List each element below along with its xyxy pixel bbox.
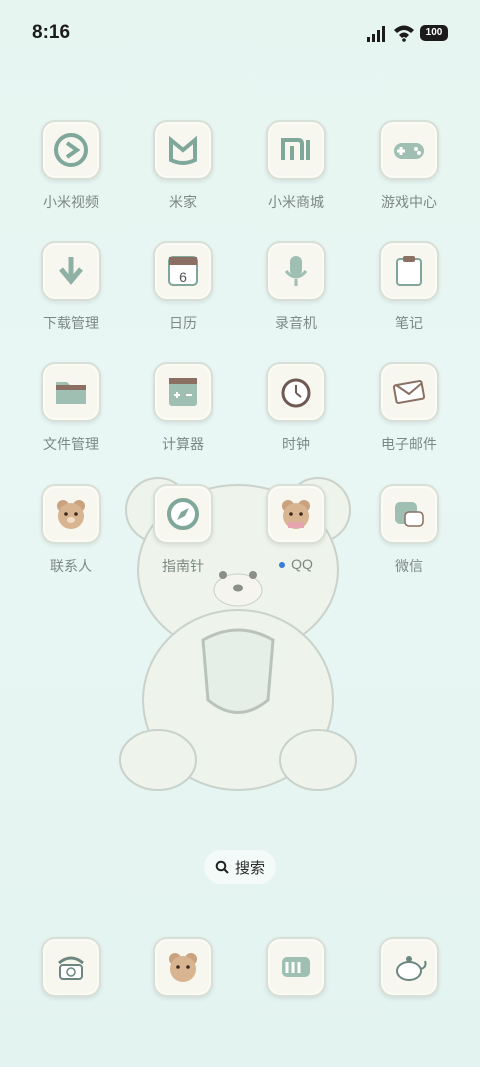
app-label: 日历 bbox=[169, 315, 197, 331]
dock-browser[interactable] bbox=[251, 937, 341, 997]
app-notes[interactable]: 笔记 bbox=[364, 241, 454, 333]
calendar-icon: 6 bbox=[153, 241, 213, 301]
mijia-icon bbox=[153, 120, 213, 180]
search-button[interactable]: 搜索 bbox=[204, 850, 276, 884]
app-label: QQ bbox=[251, 556, 341, 572]
app-label: 微信 bbox=[395, 558, 423, 574]
app-clock[interactable]: 时钟 bbox=[251, 362, 341, 454]
app-label: 游戏中心 bbox=[381, 194, 437, 210]
app-label: 笔记 bbox=[395, 315, 423, 331]
app-file-manager[interactable]: 文件管理 bbox=[26, 362, 116, 454]
app-label: 指南针 bbox=[162, 558, 204, 574]
bear-messages-icon bbox=[153, 937, 213, 997]
gamepad-icon bbox=[379, 120, 439, 180]
new-install-dot bbox=[279, 562, 286, 569]
app-wechat[interactable]: 微信 bbox=[364, 484, 454, 576]
envelope-icon bbox=[379, 362, 439, 422]
bear-qq-icon bbox=[266, 484, 326, 544]
app-calendar[interactable]: 6 日历 bbox=[138, 241, 228, 333]
app-label: 小米视频 bbox=[43, 194, 99, 210]
dock-phone[interactable] bbox=[26, 937, 116, 997]
microphone-icon bbox=[266, 241, 326, 301]
search-icon bbox=[215, 860, 229, 874]
app-compass[interactable]: 指南针 bbox=[138, 484, 228, 576]
calendar-day: 6 bbox=[179, 269, 187, 285]
app-contacts[interactable]: 联系人 bbox=[26, 484, 116, 576]
app-label: 计算器 bbox=[162, 436, 204, 452]
bear-contact-icon bbox=[41, 484, 101, 544]
app-mijia[interactable]: 米家 bbox=[138, 120, 228, 212]
app-game-center[interactable]: 游戏中心 bbox=[364, 120, 454, 212]
status-bar: 8:16 100 bbox=[0, 0, 480, 68]
app-email[interactable]: 电子邮件 bbox=[364, 362, 454, 454]
compass-icon bbox=[153, 484, 213, 544]
app-label: 联系人 bbox=[50, 558, 92, 574]
app-label: 下载管理 bbox=[43, 315, 99, 331]
mi-logo-icon bbox=[266, 120, 326, 180]
calculator-icon bbox=[153, 362, 213, 422]
status-time: 8:16 bbox=[32, 22, 71, 43]
app-recorder[interactable]: 录音机 bbox=[251, 241, 341, 333]
app-xiaomi-video[interactable]: 小米视频 bbox=[26, 120, 116, 212]
app-label: 米家 bbox=[169, 194, 197, 210]
play-circle-icon bbox=[41, 120, 101, 180]
app-label: 电子邮件 bbox=[381, 436, 437, 452]
wechat-icon bbox=[379, 484, 439, 544]
signal-icon bbox=[367, 26, 385, 42]
app-calculator[interactable]: 计算器 bbox=[138, 362, 228, 454]
wifi-icon bbox=[394, 25, 414, 42]
teapot-camera-icon bbox=[379, 937, 439, 997]
app-label: 小米商城 bbox=[268, 194, 324, 210]
app-qq[interactable]: QQ bbox=[251, 484, 341, 572]
telephone-icon bbox=[41, 937, 101, 997]
clipboard-note-icon bbox=[379, 241, 439, 301]
search-label: 搜索 bbox=[234, 859, 265, 877]
download-arrow-icon bbox=[41, 241, 101, 301]
app-label: 时钟 bbox=[282, 436, 310, 452]
battery-indicator: 100 bbox=[420, 25, 448, 41]
app-xiaomi-mall[interactable]: 小米商城 bbox=[251, 120, 341, 212]
dock-messages[interactable] bbox=[138, 937, 228, 997]
folder-icon bbox=[41, 362, 101, 422]
app-label: 文件管理 bbox=[43, 436, 99, 452]
browser-icon bbox=[266, 937, 326, 997]
app-label-text: QQ bbox=[291, 556, 313, 572]
clock-icon bbox=[266, 362, 326, 422]
app-label: 录音机 bbox=[275, 315, 317, 331]
dock-camera[interactable] bbox=[364, 937, 454, 997]
app-download-manager[interactable]: 下载管理 bbox=[26, 241, 116, 333]
